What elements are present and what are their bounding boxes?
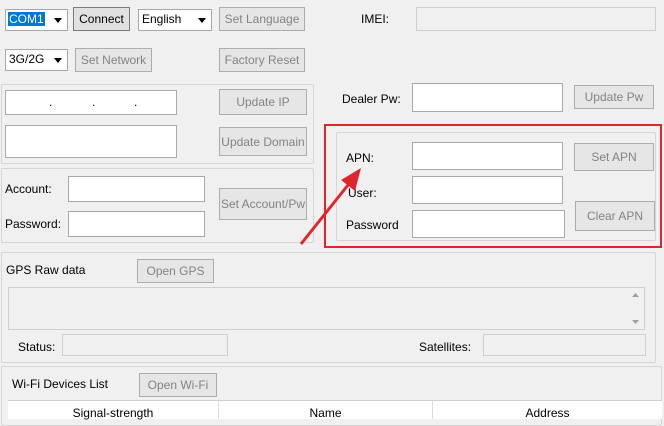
port-combo-value: COM1: [8, 12, 45, 26]
gps-scrollbar[interactable]: [627, 288, 644, 329]
password-field[interactable]: [68, 211, 205, 237]
ip-dot: .: [134, 95, 138, 109]
factory-reset-button[interactable]: Factory Reset: [219, 48, 305, 72]
chevron-down-icon[interactable]: [194, 11, 210, 29]
update-ip-button[interactable]: Update IP: [219, 89, 307, 115]
gps-title: GPS Raw data: [6, 263, 86, 277]
open-gps-button[interactable]: Open GPS: [137, 259, 214, 283]
update-domain-button[interactable]: Update Domain: [219, 127, 307, 156]
password-label: Password:: [5, 217, 62, 231]
ip-dot: .: [49, 95, 53, 109]
column-header-name[interactable]: Name: [219, 401, 433, 420]
language-combo[interactable]: English: [138, 9, 212, 31]
imei-field: [416, 7, 656, 31]
open-wifi-button[interactable]: Open Wi-Fi: [139, 373, 217, 397]
column-header-address[interactable]: Address: [433, 401, 662, 420]
language-combo-value: English: [142, 12, 182, 26]
ip-address-field[interactable]: . . .: [5, 90, 177, 115]
chevron-down-icon[interactable]: [50, 51, 66, 69]
satellites-label: Satellites:: [419, 340, 472, 354]
imei-label: IMEI:: [361, 12, 390, 26]
set-account-pw-button[interactable]: Set Account/Pw: [219, 188, 307, 220]
status-label: Status:: [18, 340, 56, 354]
dealer-pw-label: Dealer Pw:: [342, 92, 401, 106]
port-combo[interactable]: COM1: [5, 9, 68, 31]
update-pw-button[interactable]: Update Pw: [574, 85, 654, 109]
account-label: Account:: [5, 182, 52, 196]
gps-raw-data-area: [8, 287, 645, 330]
wifi-title: Wi-Fi Devices List: [12, 377, 109, 391]
connect-button[interactable]: Connect: [73, 7, 130, 31]
network-mode-combo[interactable]: 3G/2G: [5, 49, 68, 71]
ip-dot: .: [92, 95, 96, 109]
scroll-down-arrow-icon[interactable]: [632, 320, 639, 324]
scroll-up-arrow-icon[interactable]: [632, 293, 639, 297]
network-mode-value: 3G/2G: [9, 52, 45, 66]
set-language-button[interactable]: Set Language: [219, 7, 305, 31]
wifi-table-header: Signal-strength Name Address: [8, 400, 662, 420]
domain-field[interactable]: [5, 125, 177, 158]
satellites-field: [483, 334, 646, 356]
set-network-button[interactable]: Set Network: [75, 48, 152, 72]
red-arrow-icon: [299, 168, 361, 245]
account-field[interactable]: [68, 176, 205, 202]
dealer-pw-field[interactable]: [412, 83, 563, 112]
status-field: [62, 334, 228, 356]
chevron-down-icon[interactable]: [50, 11, 66, 29]
column-header-signal[interactable]: Signal-strength: [8, 401, 219, 420]
